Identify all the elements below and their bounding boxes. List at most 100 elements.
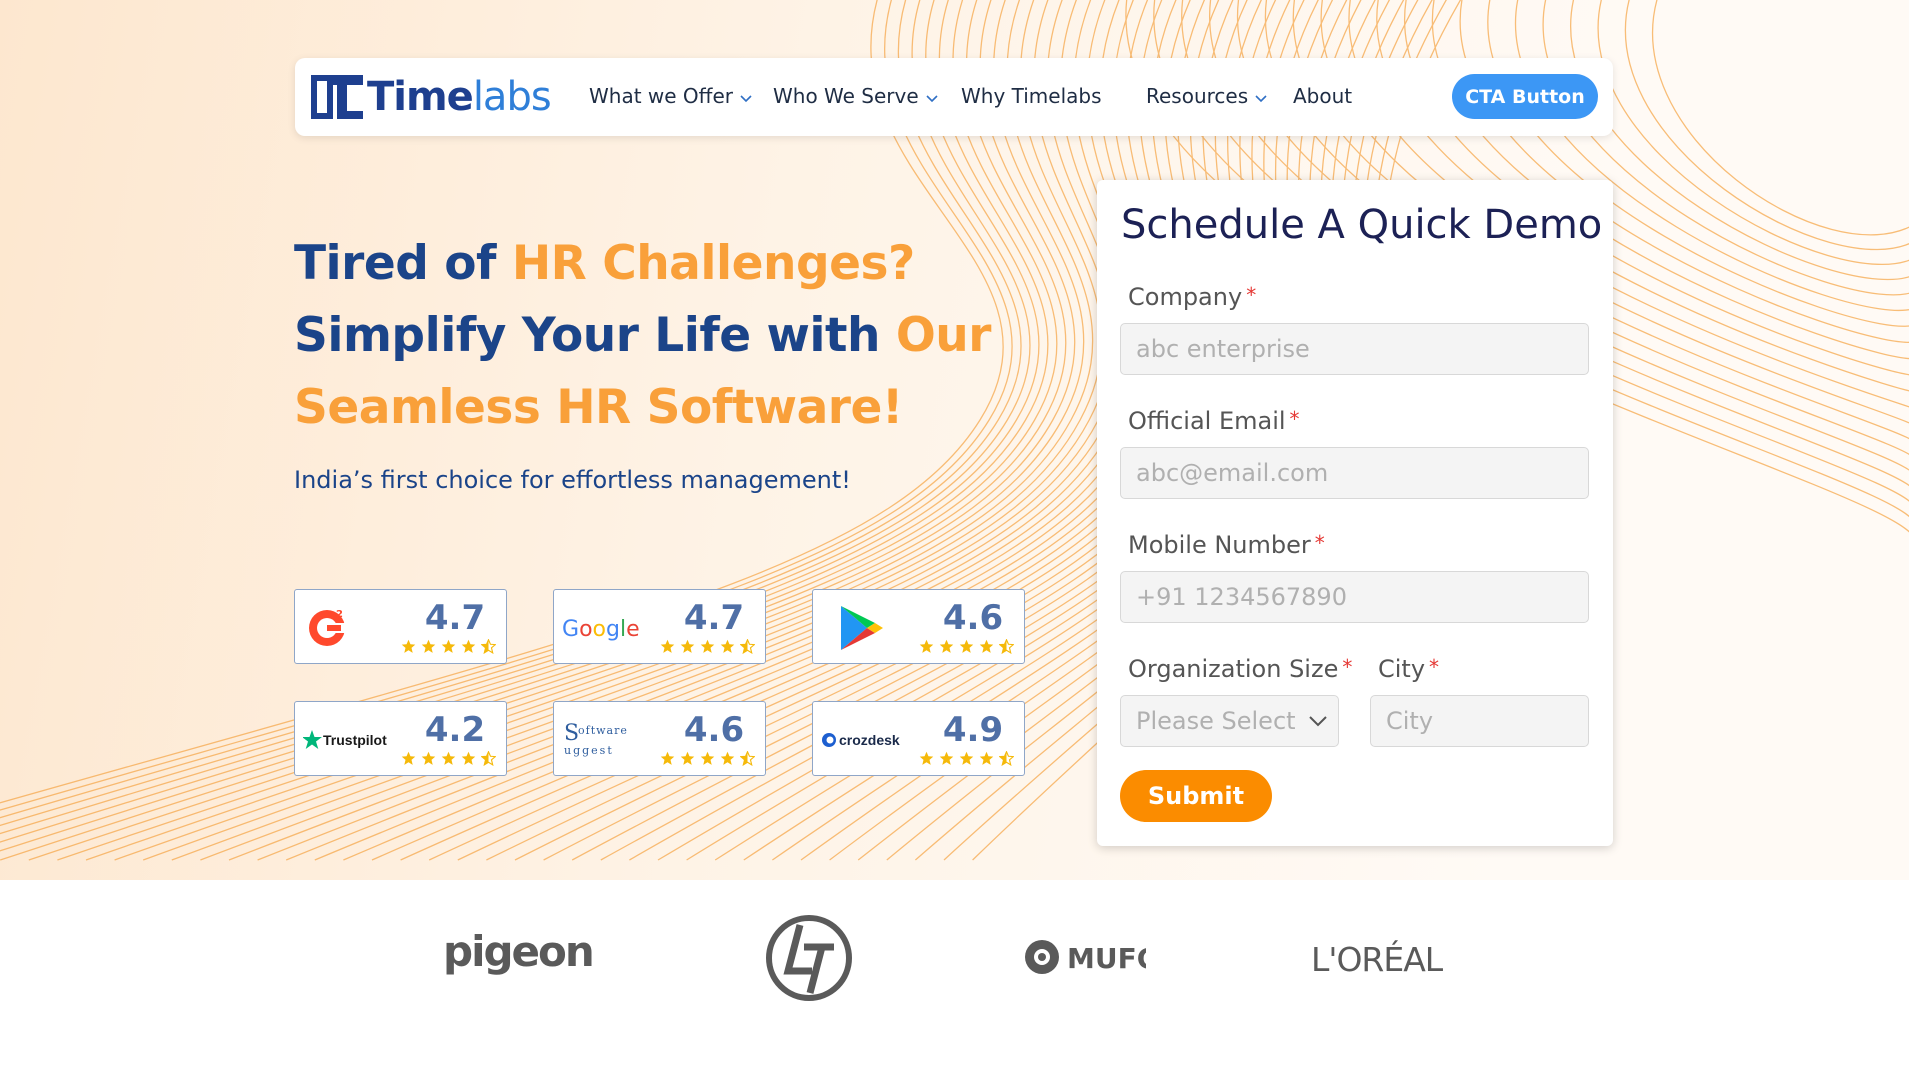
chevron-down-icon bbox=[1309, 716, 1327, 727]
star-rating bbox=[660, 639, 755, 654]
star-full-icon bbox=[401, 751, 416, 765]
label-text: City bbox=[1378, 655, 1426, 683]
required-asterisk: * bbox=[1314, 531, 1325, 555]
required-asterisk: * bbox=[1429, 655, 1440, 679]
star-rating bbox=[401, 639, 496, 654]
star-full-icon bbox=[979, 751, 994, 765]
label-text: Company bbox=[1128, 283, 1243, 311]
star-full-icon bbox=[441, 639, 456, 653]
email-label: Official Email * bbox=[1128, 407, 1300, 435]
star-full-icon bbox=[919, 639, 934, 653]
star-half-icon bbox=[481, 639, 496, 654]
hero-headline: Tired of HR Challenges? Simplify Your Li… bbox=[294, 228, 991, 444]
mobile-label: Mobile Number * bbox=[1128, 531, 1325, 559]
star-full-icon bbox=[700, 751, 715, 765]
timelabs-mark-icon bbox=[311, 75, 363, 119]
nav-label: Why Timelabs bbox=[961, 84, 1102, 108]
navbar: Timelabs What we Offer Who We Serve Why … bbox=[295, 58, 1613, 136]
star-half-icon bbox=[481, 751, 496, 766]
star-full-icon bbox=[720, 751, 735, 765]
star-full-icon bbox=[919, 751, 934, 765]
label-text: Organization Size bbox=[1128, 655, 1339, 683]
star-half-icon bbox=[740, 751, 755, 766]
star-full-icon bbox=[959, 751, 974, 765]
star-full-icon bbox=[680, 639, 695, 653]
star-rating bbox=[660, 751, 755, 766]
city-label: City * bbox=[1378, 655, 1439, 683]
email-input[interactable]: abc@email.com bbox=[1120, 447, 1589, 499]
nav-about[interactable]: About bbox=[1293, 84, 1352, 108]
star-full-icon bbox=[421, 639, 436, 653]
rating-value: 4.7 bbox=[424, 598, 486, 638]
star-full-icon bbox=[660, 751, 675, 765]
client-name-pigeon: pigeon bbox=[443, 928, 593, 976]
nav-label: What we Offer bbox=[589, 84, 733, 108]
star-full-icon bbox=[939, 639, 954, 653]
star-half-icon bbox=[999, 751, 1014, 766]
software-suggest-logo-icon: S oftware uggest bbox=[562, 716, 644, 764]
company-input[interactable]: abc enterprise bbox=[1120, 323, 1589, 375]
select-value: Please Select bbox=[1136, 707, 1296, 735]
client-logo-loreal: L'ORÉAL bbox=[1311, 937, 1471, 983]
rating-value: 4.6 bbox=[942, 598, 1004, 638]
star-full-icon bbox=[421, 751, 436, 765]
rating-card-crozdesk[interactable]: crozdesk 4.9 bbox=[812, 701, 1025, 776]
headline-line3: Seamless HR Software! bbox=[294, 380, 903, 435]
rating-card-g2[interactable]: 2 4.7 bbox=[294, 589, 507, 664]
required-asterisk: * bbox=[1246, 283, 1257, 307]
star-full-icon bbox=[959, 639, 974, 653]
submit-button[interactable]: Submit bbox=[1120, 770, 1272, 822]
city-input[interactable]: City bbox=[1370, 695, 1589, 747]
clients-background bbox=[0, 880, 1909, 1079]
crozdesk-logo-icon: crozdesk bbox=[821, 716, 907, 764]
chevron-down-icon bbox=[740, 95, 752, 103]
nav-label: About bbox=[1293, 84, 1353, 108]
star-half-icon bbox=[740, 639, 755, 654]
nav-what-we-offer[interactable]: What we Offer bbox=[589, 84, 753, 108]
svg-text:2: 2 bbox=[336, 609, 343, 620]
timelabs-logo[interactable]: Timelabs bbox=[309, 71, 552, 123]
hero-subtitle: India’s first choice for effortless mana… bbox=[294, 466, 851, 494]
svg-text:Trustpilot: Trustpilot bbox=[323, 732, 387, 748]
brand-name-part2: labs bbox=[472, 74, 552, 120]
cta-button[interactable]: CTA Button bbox=[1452, 74, 1598, 119]
nav-why-timelabs[interactable]: Why Timelabs bbox=[961, 84, 1102, 108]
headline-line1-b: HR Challenges? bbox=[511, 236, 915, 291]
client-logo-mufg: MUFG bbox=[1021, 937, 1160, 981]
company-label: Company * bbox=[1128, 283, 1256, 311]
mobile-input[interactable]: +91 1234567890 bbox=[1120, 571, 1589, 623]
rating-card-google[interactable]: Google 4.7 bbox=[553, 589, 766, 664]
rating-card-trustpilot[interactable]: Trustpilot 4.2 bbox=[294, 701, 507, 776]
star-rating bbox=[919, 751, 1014, 766]
label-text: Mobile Number bbox=[1128, 531, 1311, 559]
nav-label: Who We Serve bbox=[773, 84, 919, 108]
form-title: Schedule A Quick Demo bbox=[1121, 202, 1603, 248]
client-logo-pigeon: pigeon bbox=[443, 927, 598, 988]
label-text: Official Email bbox=[1128, 407, 1286, 435]
nav-who-we-serve[interactable]: Who We Serve bbox=[773, 84, 939, 108]
svg-text:Google: Google bbox=[562, 617, 640, 642]
svg-text:oftware: oftware bbox=[578, 724, 628, 737]
headline-line2-a: Simplify Your Life with bbox=[294, 308, 896, 363]
nav-resources[interactable]: Resources bbox=[1146, 84, 1268, 108]
star-full-icon bbox=[401, 639, 416, 653]
star-full-icon bbox=[461, 751, 476, 765]
star-half-icon bbox=[999, 639, 1014, 654]
star-full-icon bbox=[441, 751, 456, 765]
trustpilot-logo-icon: Trustpilot bbox=[303, 716, 393, 764]
rating-value: 4.2 bbox=[424, 710, 486, 750]
org-size-label: Organization Size * bbox=[1128, 655, 1352, 683]
star-rating bbox=[919, 639, 1014, 654]
required-asterisk: * bbox=[1289, 407, 1300, 431]
rating-card-software-suggest[interactable]: S oftware uggest 4.6 bbox=[553, 701, 766, 776]
brand-name-part1: Time bbox=[367, 74, 474, 120]
svg-text:uggest: uggest bbox=[564, 744, 614, 757]
client-name-loreal: L'ORÉAL bbox=[1311, 939, 1444, 979]
svg-text:crozdesk: crozdesk bbox=[839, 732, 900, 748]
star-full-icon bbox=[660, 639, 675, 653]
chevron-down-icon bbox=[926, 95, 938, 103]
rating-value: 4.9 bbox=[942, 710, 1004, 750]
google-logo-icon: Google bbox=[562, 604, 644, 652]
org-size-select[interactable]: Please Select bbox=[1120, 695, 1339, 747]
rating-card-google-play[interactable]: 4.6 bbox=[812, 589, 1025, 664]
